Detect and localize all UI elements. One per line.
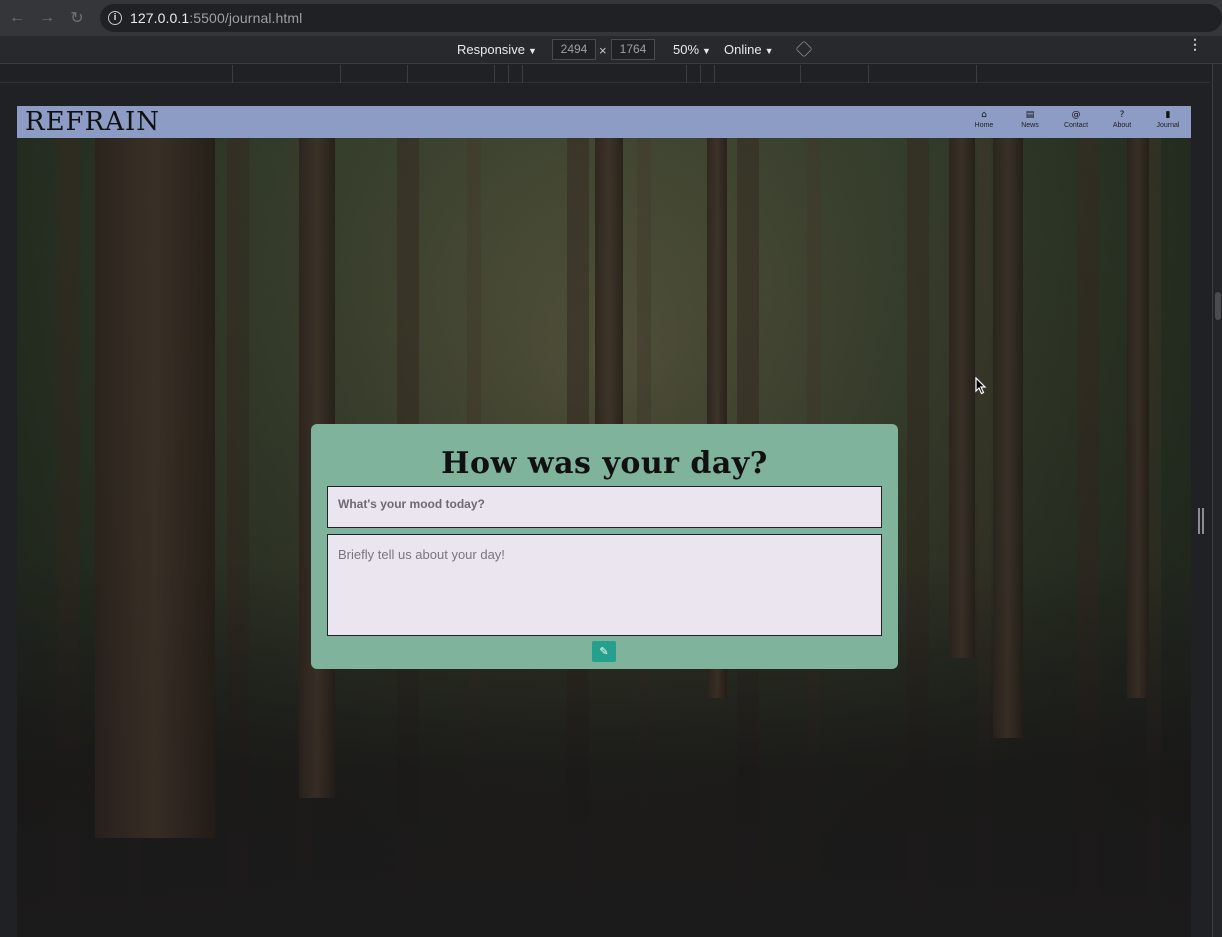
zoom-dropdown[interactable]: 50% ▼ (673, 42, 711, 57)
ruler-segment[interactable] (340, 65, 341, 83)
url-text: 127.0.0.1:5500/journal.html (130, 10, 302, 26)
pencil-icon: ✎ (599, 645, 609, 658)
arrow-right-icon: → (39, 9, 55, 26)
day-textarea[interactable]: Briefly tell us about your day! (327, 534, 882, 636)
mood-input[interactable]: What's your mood today? (327, 486, 882, 528)
tree-trunk (95, 138, 215, 838)
back-button[interactable]: ← (2, 3, 32, 33)
question-icon: ? (1119, 110, 1125, 120)
rotate-icon[interactable] (795, 40, 813, 58)
nav-item-label: News (1021, 122, 1039, 129)
tree-trunk (949, 138, 975, 658)
address-bar[interactable]: i 127.0.0.1:5500/journal.html (100, 4, 1222, 32)
brand-logo[interactable]: REFRAIN (25, 107, 160, 137)
nav-item-label: About (1112, 122, 1132, 129)
at-icon: @ (1071, 110, 1081, 120)
url-host: 127.0.0.1 (130, 10, 190, 26)
device-toolbar: Responsive ▼ 2494 × 1764 50% ▼ Online ▼ ⋮ (0, 36, 1222, 64)
nav-item-label: Contact (1063, 122, 1089, 129)
caret-down-icon: ▼ (527, 46, 537, 56)
mouse-cursor-icon (975, 377, 987, 395)
tree-trunk (993, 138, 1023, 738)
nav-item-label: Home (974, 122, 994, 129)
tree-trunk (1127, 138, 1149, 698)
media-query-ruler (0, 65, 1210, 83)
viewport-resize-handle[interactable] (1198, 508, 1204, 534)
journal-title: How was your day? (441, 446, 768, 481)
ruler-segment[interactable] (232, 65, 233, 83)
device-mode-label: Responsive (457, 42, 525, 57)
nav-item-about[interactable]: ? About (1099, 110, 1145, 131)
home-icon: ⌂ (981, 110, 987, 120)
journal-card: How was your day? What's your mood today… (311, 424, 898, 669)
reload-button[interactable]: ↻ (62, 3, 92, 33)
info-icon[interactable]: i (108, 11, 122, 25)
ruler-segment[interactable] (508, 65, 509, 83)
submit-entry-button[interactable]: ✎ (592, 641, 616, 662)
ruler-segment[interactable] (976, 65, 977, 83)
ruler-segment[interactable] (686, 65, 687, 83)
url-path: :5500/journal.html (189, 10, 303, 26)
newspaper-icon: ▤ (1025, 110, 1035, 120)
ruler-segment[interactable] (494, 65, 495, 83)
ruler-segment[interactable] (868, 65, 869, 83)
forward-button[interactable]: → (32, 3, 62, 33)
nav-item-home[interactable]: ⌂ Home (961, 110, 1007, 131)
site-navbar: REFRAIN ⌂ Home ▤ News @ Contact ? About … (17, 106, 1191, 138)
ruler-segment[interactable] (800, 65, 801, 83)
height-input[interactable]: 1764 (611, 39, 655, 60)
caret-down-icon: ▼ (764, 46, 774, 56)
ruler-segment[interactable] (522, 65, 523, 83)
nav-menu: ⌂ Home ▤ News @ Contact ? About ▮ Journa… (961, 110, 1191, 131)
ruler-segment[interactable] (714, 65, 715, 83)
nav-item-journal[interactable]: ▮ Journal (1145, 110, 1191, 131)
reload-icon: ↻ (70, 10, 84, 27)
more-options-icon[interactable]: ⋮ (1188, 37, 1202, 51)
nav-item-news[interactable]: ▤ News (1007, 110, 1053, 131)
nav-item-contact[interactable]: @ Contact (1053, 110, 1099, 131)
ruler-segment[interactable] (700, 65, 701, 83)
book-icon: ▮ (1165, 110, 1171, 120)
zoom-label: 50% (673, 42, 700, 57)
devtools-panel-edge (1212, 64, 1222, 937)
device-mode-dropdown[interactable]: Responsive ▼ (457, 42, 537, 57)
network-label: Online (724, 42, 762, 57)
browser-toolbar: ← → ↻ i 127.0.0.1:5500/journal.html (0, 0, 1222, 36)
caret-down-icon: ▼ (702, 46, 711, 56)
dimension-separator: × (599, 43, 607, 58)
network-dropdown[interactable]: Online ▼ (724, 42, 774, 57)
arrow-left-icon: ← (9, 9, 25, 26)
nav-item-label: Journal (1156, 122, 1180, 129)
ruler-segment[interactable] (407, 65, 408, 83)
scrollbar-thumb[interactable] (1215, 292, 1221, 320)
width-input[interactable]: 2494 (552, 39, 596, 60)
page-viewport: REFRAIN ⌂ Home ▤ News @ Contact ? About … (17, 106, 1191, 937)
